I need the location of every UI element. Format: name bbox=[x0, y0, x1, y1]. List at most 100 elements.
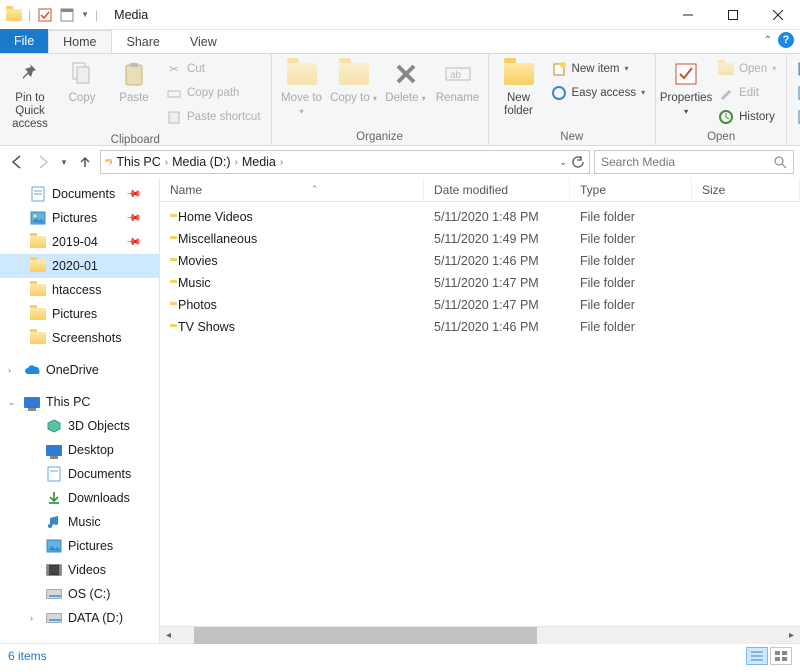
minimize-ribbon-icon[interactable]: ⌃ bbox=[764, 35, 772, 46]
invert-selection-button[interactable]: Invert selection bbox=[793, 106, 800, 127]
nav-desktop[interactable]: Desktop bbox=[0, 438, 159, 462]
column-name[interactable]: Name⌃ bbox=[160, 178, 424, 201]
scroll-right-icon[interactable]: ▸ bbox=[783, 630, 800, 641]
horizontal-scrollbar[interactable]: ◂ ▸ bbox=[160, 626, 800, 643]
pin-quick-access-button[interactable]: Pin to Quick access bbox=[6, 56, 54, 132]
maximize-button[interactable] bbox=[710, 0, 755, 30]
list-item[interactable]: Miscellaneous5/11/2020 1:49 PMFile folde… bbox=[160, 228, 800, 250]
nav-3d-objects[interactable]: 3D Objects bbox=[0, 414, 159, 438]
large-icons-view-button[interactable] bbox=[770, 647, 792, 665]
list-item[interactable]: Movies5/11/2020 1:46 PMFile folder bbox=[160, 250, 800, 272]
new-folder-button[interactable]: New folder bbox=[495, 56, 543, 118]
close-button[interactable] bbox=[755, 0, 800, 30]
group-new-label: New bbox=[495, 129, 650, 145]
open-icon bbox=[718, 61, 734, 77]
ribbon-tabs: File Home Share View ⌃ ? bbox=[0, 30, 800, 54]
nav-data-d[interactable]: ›DATA (D:) bbox=[0, 606, 159, 630]
list-item[interactable]: Home Videos5/11/2020 1:48 PMFile folder bbox=[160, 206, 800, 228]
delete-button[interactable]: Delete ▾ bbox=[382, 56, 430, 105]
nav-pictures-2[interactable]: Pictures bbox=[0, 302, 159, 326]
rename-button[interactable]: ab Rename bbox=[434, 56, 482, 105]
move-to-button[interactable]: Move to ▾ bbox=[278, 56, 326, 118]
title-bar: | ▼ | Media bbox=[0, 0, 800, 30]
crumb-drive[interactable]: Media (D:) bbox=[172, 155, 230, 169]
pin-icon bbox=[14, 58, 46, 90]
nav-pictures[interactable]: Pictures📌 bbox=[0, 206, 159, 230]
properties-qat-icon[interactable] bbox=[37, 7, 53, 23]
nav-os-c[interactable]: OS (C:) bbox=[0, 582, 159, 606]
address-dropdown-icon[interactable]: ⌄ bbox=[559, 157, 567, 168]
search-input[interactable]: Search Media bbox=[594, 150, 794, 174]
tab-share[interactable]: Share bbox=[112, 30, 175, 53]
details-view-button[interactable] bbox=[746, 647, 768, 665]
up-button[interactable] bbox=[74, 150, 96, 174]
group-clipboard-label: Clipboard bbox=[6, 132, 265, 148]
folder-icon bbox=[30, 282, 46, 298]
chevron-down-icon[interactable]: ▼ bbox=[81, 10, 89, 19]
main-area: Documents📌 Pictures📌 2019-04📌 2020-01 ht… bbox=[0, 178, 800, 643]
copy-button[interactable]: Copy bbox=[58, 56, 106, 105]
copy-to-button[interactable]: Copy to ▾ bbox=[330, 56, 378, 105]
nav-documents-2[interactable]: Documents bbox=[0, 462, 159, 486]
paste-shortcut-icon bbox=[166, 109, 182, 125]
scroll-thumb[interactable] bbox=[194, 627, 537, 644]
scroll-left-icon[interactable]: ◂ bbox=[160, 630, 177, 641]
nav-documents[interactable]: Documents📌 bbox=[0, 182, 159, 206]
this-pc-icon bbox=[24, 394, 40, 410]
nav-screenshots[interactable]: Screenshots bbox=[0, 326, 159, 350]
nav-pictures-3[interactable]: Pictures bbox=[0, 534, 159, 558]
crumb-folder[interactable]: Media bbox=[242, 155, 276, 169]
edit-button[interactable]: Edit bbox=[714, 82, 780, 103]
column-size[interactable]: Size bbox=[692, 178, 800, 201]
nav-downloads[interactable]: Downloads bbox=[0, 486, 159, 510]
easy-access-button[interactable]: Easy access ▾ bbox=[547, 82, 650, 103]
cut-icon: ✂ bbox=[166, 61, 182, 77]
paste-button[interactable]: Paste bbox=[110, 56, 158, 105]
recent-locations-button[interactable]: ▾ bbox=[58, 150, 70, 174]
window-title: Media bbox=[104, 8, 148, 22]
new-item-icon bbox=[551, 61, 567, 77]
tab-file[interactable]: File bbox=[0, 29, 48, 53]
sort-indicator-icon: ⌃ bbox=[311, 184, 319, 195]
nav-music[interactable]: Music bbox=[0, 510, 159, 534]
back-button[interactable] bbox=[6, 150, 28, 174]
new-item-button[interactable]: New item ▾ bbox=[547, 58, 650, 79]
column-type[interactable]: Type bbox=[570, 178, 692, 201]
history-button[interactable]: History bbox=[714, 106, 780, 127]
address-bar-row: ▾ ›This PC ›Media (D:) ›Media › ⌄ Search… bbox=[0, 146, 800, 178]
folder-icon bbox=[30, 306, 46, 322]
select-none-button[interactable]: Select none bbox=[793, 82, 800, 103]
qat-dropdown-icon[interactable] bbox=[59, 7, 75, 23]
nav-2019-04[interactable]: 2019-04📌 bbox=[0, 230, 159, 254]
nav-onedrive[interactable]: ›OneDrive bbox=[0, 358, 159, 382]
folder-icon bbox=[30, 234, 46, 250]
select-all-button[interactable]: Select all bbox=[793, 58, 800, 79]
nav-htaccess[interactable]: htaccess bbox=[0, 278, 159, 302]
nav-2020-01[interactable]: 2020-01 bbox=[0, 254, 159, 278]
paste-shortcut-button[interactable]: Paste shortcut bbox=[162, 106, 265, 127]
copy-path-button[interactable]: Copy path bbox=[162, 82, 265, 103]
open-button[interactable]: Open ▾ bbox=[714, 58, 780, 79]
list-item[interactable]: Photos5/11/2020 1:47 PMFile folder bbox=[160, 294, 800, 316]
navigation-pane[interactable]: Documents📌 Pictures📌 2019-04📌 2020-01 ht… bbox=[0, 178, 160, 643]
properties-button[interactable]: Properties ▾ bbox=[662, 56, 710, 118]
tab-home[interactable]: Home bbox=[48, 30, 111, 53]
list-item[interactable]: Music5/11/2020 1:47 PMFile folder bbox=[160, 272, 800, 294]
forward-button[interactable] bbox=[32, 150, 54, 174]
cut-button[interactable]: ✂Cut bbox=[162, 58, 265, 79]
nav-videos[interactable]: Videos bbox=[0, 558, 159, 582]
minimize-button[interactable] bbox=[665, 0, 710, 30]
pin-icon: 📌 bbox=[124, 186, 141, 203]
properties-icon bbox=[670, 58, 702, 90]
column-date[interactable]: Date modified bbox=[424, 178, 570, 201]
nav-this-pc[interactable]: ⌄This PC bbox=[0, 390, 159, 414]
list-item[interactable]: TV Shows5/11/2020 1:46 PMFile folder bbox=[160, 316, 800, 338]
group-new: New folder New item ▾ Easy access ▾ New bbox=[489, 54, 657, 145]
file-list[interactable]: Home Videos5/11/2020 1:48 PMFile folder … bbox=[160, 202, 800, 626]
group-organize: Move to ▾ Copy to ▾ Delete ▾ ab Rename O… bbox=[272, 54, 489, 145]
refresh-icon[interactable] bbox=[571, 155, 585, 169]
tab-view[interactable]: View bbox=[175, 30, 232, 53]
address-bar[interactable]: ›This PC ›Media (D:) ›Media › ⌄ bbox=[100, 150, 590, 174]
help-icon[interactable]: ? bbox=[778, 32, 794, 48]
crumb-this-pc[interactable]: This PC bbox=[116, 155, 160, 169]
